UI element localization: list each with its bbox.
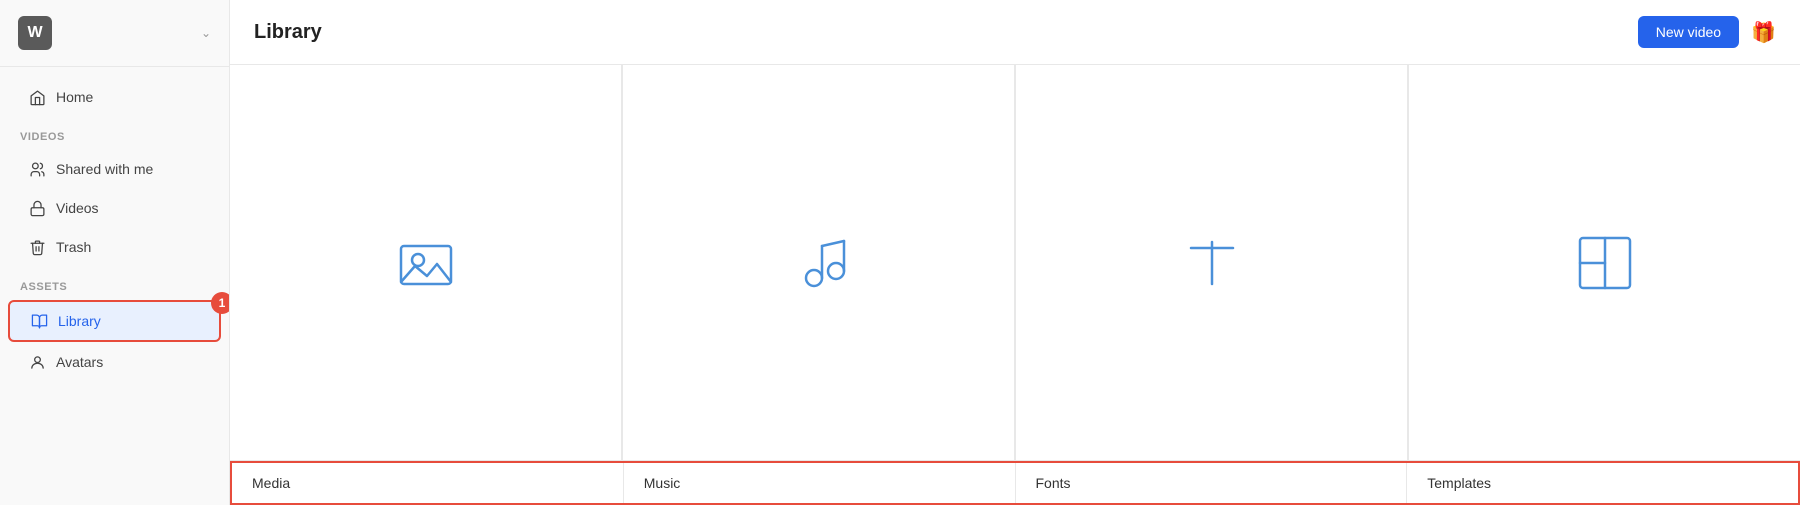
sidebar-item-library[interactable]: Library 1	[8, 300, 221, 342]
templates-label: Templates	[1407, 463, 1798, 503]
gift-icon-button[interactable]: 🎁	[1751, 20, 1776, 45]
fonts-icon-area	[1016, 65, 1407, 460]
sidebar-nav: Home Videos Shared with me	[0, 67, 229, 505]
templates-icon-area	[1409, 65, 1800, 460]
main-header: Library New video 🎁	[230, 0, 1800, 65]
templates-icon	[1570, 228, 1640, 298]
library-badge: 1	[211, 292, 229, 314]
library-area: Media Music Fonts Templates	[230, 65, 1800, 505]
library-cards-container	[230, 65, 1800, 461]
trash-icon	[28, 238, 46, 256]
book-icon	[30, 312, 48, 330]
library-card-templates[interactable]	[1408, 65, 1800, 460]
fonts-label: Fonts	[1016, 463, 1408, 503]
home-icon	[28, 88, 46, 106]
header-actions: New video 🎁	[1638, 16, 1776, 48]
new-video-button[interactable]: New video	[1638, 16, 1739, 48]
card-labels-row: Media Music Fonts Templates	[230, 461, 1800, 505]
labels-row-container: Media Music Fonts Templates	[230, 461, 1800, 505]
videos-label: Videos	[56, 200, 99, 216]
media-icon-area	[230, 65, 621, 460]
shared-icon	[28, 160, 46, 178]
home-label: Home	[56, 89, 93, 105]
sidebar-item-avatars[interactable]: Avatars	[8, 343, 221, 381]
avatars-label: Avatars	[56, 354, 103, 370]
media-icon	[391, 228, 461, 298]
page-title: Library	[254, 21, 322, 44]
logo-button[interactable]: W	[18, 16, 52, 50]
sidebar-item-trash[interactable]: Trash	[8, 228, 221, 266]
sidebar-item-shared-with-me[interactable]: Shared with me	[8, 150, 221, 188]
music-icon	[784, 228, 854, 298]
music-label: Music	[624, 463, 1016, 503]
gift-icon: 🎁	[1751, 20, 1776, 45]
shared-with-me-label: Shared with me	[56, 161, 153, 177]
media-label: Media	[232, 463, 624, 503]
sidebar-item-videos[interactable]: Videos	[8, 189, 221, 227]
assets-section-label: Assets	[0, 267, 229, 299]
videos-section-label: Videos	[0, 117, 229, 149]
music-icon-area	[623, 65, 1014, 460]
fonts-icon	[1177, 228, 1247, 298]
sidebar-header: W ⌄	[0, 0, 229, 67]
main-content: Library New video 🎁	[230, 0, 1800, 505]
sidebar-item-home[interactable]: Home	[8, 78, 221, 116]
chevron-down-icon[interactable]: ⌄	[201, 26, 211, 40]
library-label: Library	[58, 313, 101, 329]
trash-label: Trash	[56, 239, 91, 255]
library-card-fonts[interactable]	[1015, 65, 1408, 460]
lock-icon	[28, 199, 46, 217]
sidebar: W ⌄ Home Videos	[0, 0, 230, 505]
library-card-media[interactable]	[230, 65, 622, 460]
avatar-icon	[28, 353, 46, 371]
library-card-music[interactable]	[622, 65, 1015, 460]
